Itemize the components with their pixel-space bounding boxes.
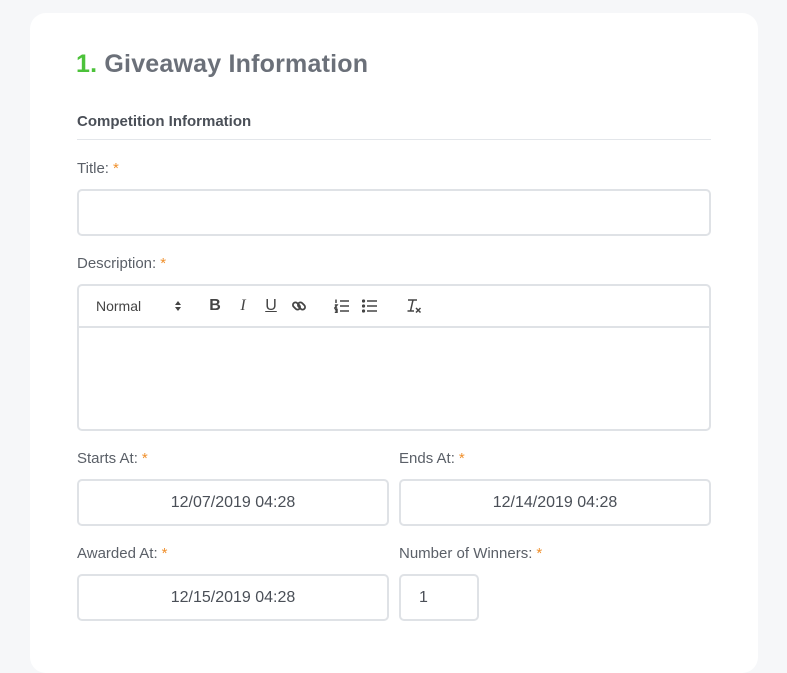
starts-at-input[interactable]: 12/07/2019 04:28 bbox=[77, 479, 389, 526]
editor-toolbar: Normal B I U bbox=[79, 286, 709, 328]
winners-input[interactable]: 1 bbox=[399, 574, 479, 621]
awarded-at-label: Awarded At: * bbox=[77, 545, 167, 562]
awarded-at-label-text: Awarded At: bbox=[77, 545, 158, 562]
title-label-text: Title: bbox=[77, 160, 109, 177]
ends-at-label-text: Ends At: bbox=[399, 450, 455, 467]
starts-at-value: 12/07/2019 04:28 bbox=[170, 493, 296, 511]
required-marker: * bbox=[160, 255, 167, 272]
required-marker: * bbox=[536, 545, 543, 562]
winners-value: 1 bbox=[419, 588, 428, 606]
italic-button[interactable]: I bbox=[233, 296, 253, 316]
divider bbox=[77, 139, 711, 140]
ordered-list-icon bbox=[334, 299, 350, 313]
starts-at-label-text: Starts At: bbox=[77, 450, 138, 467]
awarded-at-input[interactable]: 12/15/2019 04:28 bbox=[77, 574, 389, 621]
starts-at-label: Starts At: * bbox=[77, 450, 148, 467]
clear-format-button[interactable] bbox=[403, 296, 425, 316]
description-content-area[interactable] bbox=[79, 328, 709, 429]
required-marker: * bbox=[161, 545, 168, 562]
link-button[interactable] bbox=[288, 296, 310, 316]
ends-at-label: Ends At: * bbox=[399, 450, 465, 467]
clear-format-icon bbox=[406, 298, 422, 314]
title-input[interactable] bbox=[77, 189, 711, 236]
bullet-list-icon bbox=[362, 299, 378, 313]
awarded-at-value: 12/15/2019 04:28 bbox=[170, 588, 296, 606]
description-editor: Normal B I U bbox=[77, 284, 711, 431]
format-select[interactable]: Normal bbox=[96, 296, 182, 316]
winners-label-text: Number of Winners: bbox=[399, 545, 533, 562]
format-select-value: Normal bbox=[96, 298, 142, 314]
ends-at-input[interactable]: 12/14/2019 04:28 bbox=[399, 479, 711, 526]
section-title: 1. Giveaway Information bbox=[76, 50, 368, 79]
required-marker: * bbox=[112, 160, 119, 177]
bullet-list-button[interactable] bbox=[359, 296, 381, 316]
winners-label: Number of Winners: * bbox=[399, 545, 542, 562]
description-label-text: Description: bbox=[77, 255, 157, 272]
sort-arrows-icon bbox=[174, 300, 182, 312]
ordered-list-button[interactable] bbox=[331, 296, 353, 316]
required-marker: * bbox=[458, 450, 465, 467]
underline-button[interactable]: U bbox=[261, 296, 281, 316]
description-label: Description: * bbox=[77, 255, 166, 272]
bold-button[interactable]: B bbox=[205, 296, 225, 316]
section-title-text: Giveaway Information bbox=[104, 50, 369, 78]
subsection-title: Competition Information bbox=[77, 113, 252, 130]
required-marker: * bbox=[141, 450, 148, 467]
ends-at-value: 12/14/2019 04:28 bbox=[492, 493, 618, 511]
title-label: Title: * bbox=[77, 160, 119, 177]
link-icon bbox=[291, 298, 307, 314]
section-number: 1. bbox=[76, 50, 98, 78]
